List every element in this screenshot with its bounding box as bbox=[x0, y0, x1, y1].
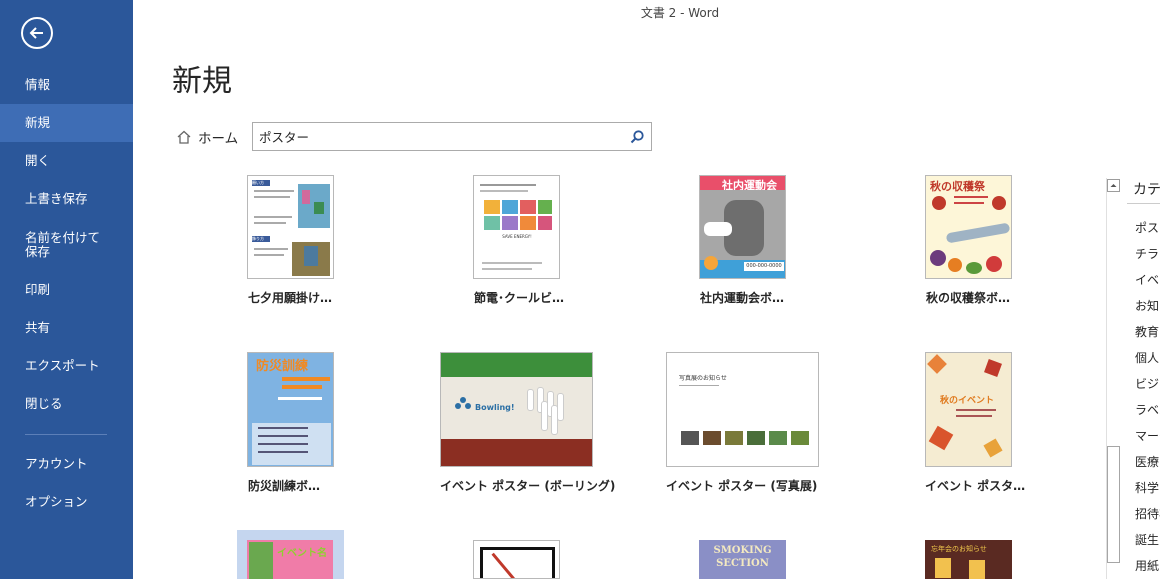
sidebar-item-info[interactable]: 情報 bbox=[0, 66, 133, 104]
sidebar-item-open[interactable]: 開く bbox=[0, 142, 133, 180]
template-thumbnail[interactable]: 写真展のお知らせ bbox=[666, 352, 819, 467]
thumb-title: SMOKING SECTION bbox=[713, 545, 772, 569]
category-item[interactable]: 招待状 bbox=[1135, 505, 1160, 522]
category-item[interactable]: ビジネス bbox=[1135, 375, 1160, 392]
category-item[interactable]: ポスター bbox=[1135, 219, 1160, 236]
scroll-thumb[interactable] bbox=[1107, 446, 1120, 563]
sidebar-item-print[interactable]: 印刷 bbox=[0, 271, 133, 309]
sidebar-item-label: 情報 bbox=[25, 77, 51, 92]
back-button[interactable] bbox=[21, 17, 53, 49]
template-label: 秋の収穫祭ボ… bbox=[926, 291, 1011, 305]
back-arrow-icon bbox=[29, 27, 43, 39]
category-header: カテゴリ bbox=[1133, 182, 1160, 198]
template-thumbnail[interactable]: 秋のイベント bbox=[925, 352, 1012, 467]
sidebar-item-label: 名前を付けて 保存 bbox=[25, 230, 101, 259]
category-item[interactable]: チラシ bbox=[1135, 245, 1160, 262]
category-item[interactable]: 用紙 bbox=[1135, 557, 1159, 574]
thumb-title: Bowling! bbox=[475, 403, 515, 412]
home-label: ホーム bbox=[198, 131, 239, 147]
sidebar-item-label: アカウント bbox=[25, 456, 88, 471]
sidebar-item-label: 上書き保存 bbox=[25, 191, 88, 206]
search-input[interactable] bbox=[259, 127, 619, 146]
category-item[interactable]: 誕生日 bbox=[1135, 531, 1160, 548]
sidebar-item-options[interactable]: オプション bbox=[0, 483, 133, 521]
category-item[interactable]: お知らせ bbox=[1135, 297, 1160, 314]
thumb-title: 忘年会のお知らせ bbox=[931, 545, 987, 553]
template-thumbnail[interactable]: 防災訓練 bbox=[247, 352, 334, 467]
window-title: 文書 2 - Word bbox=[640, 6, 720, 20]
category-item[interactable]: ラベル bbox=[1135, 401, 1160, 418]
thumb-text: 願い方 bbox=[252, 180, 270, 186]
thumb-title: イベント名 bbox=[277, 548, 327, 559]
sidebar-item-export[interactable]: エクスポート bbox=[0, 347, 133, 385]
sidebar-item-label: 新規 bbox=[25, 115, 51, 130]
category-divider bbox=[1127, 203, 1160, 204]
scroll-up-button[interactable] bbox=[1107, 179, 1120, 192]
sidebar-item-share[interactable]: 共有 bbox=[0, 309, 133, 347]
template-thumbnail[interactable]: SMOKING SECTION bbox=[699, 540, 786, 579]
category-item[interactable]: マーケティング bbox=[1135, 427, 1160, 444]
sidebar-item-label: 印刷 bbox=[25, 282, 51, 297]
thumb-text: 000-000-0000 bbox=[744, 262, 784, 271]
category-item[interactable]: イベント bbox=[1135, 271, 1160, 288]
chevron-up-icon bbox=[1110, 184, 1117, 187]
template-thumbnail[interactable]: イベント名 bbox=[237, 530, 344, 579]
thumb-title: 写真展のお知らせ bbox=[679, 375, 727, 382]
thumb-text: 飾り方 bbox=[252, 236, 270, 242]
thumb-title: 防災訓練 bbox=[256, 359, 309, 374]
search-icon[interactable] bbox=[629, 129, 645, 145]
template-label: イベント ポスター (ボーリング) bbox=[440, 479, 616, 493]
sidebar-item-save-as[interactable]: 名前を付けて 保存 bbox=[0, 225, 133, 265]
template-label: 七夕用願掛け… bbox=[248, 291, 333, 305]
home-breadcrumb[interactable]: ホーム bbox=[176, 126, 238, 148]
sidebar-item-new[interactable]: 新規 bbox=[0, 104, 133, 142]
thumb-text: SAVE ENERGY! bbox=[502, 234, 532, 239]
home-icon bbox=[177, 130, 191, 144]
template-thumbnail[interactable]: SAVE ENERGY! bbox=[473, 175, 560, 279]
category-item[interactable]: 教育 bbox=[1135, 323, 1159, 340]
sidebar-item-label: 閉じる bbox=[25, 396, 63, 411]
template-search-box[interactable] bbox=[252, 122, 652, 151]
template-label: イベント ポスタ… bbox=[925, 479, 1026, 493]
sidebar-item-label: 開く bbox=[25, 153, 51, 168]
thumb-title: 秋のイベント bbox=[940, 396, 995, 406]
template-thumbnail[interactable]: 忘年会のお知らせ bbox=[925, 540, 1012, 579]
sidebar-divider bbox=[25, 434, 107, 435]
sidebar-item-label: エクスポート bbox=[25, 358, 100, 373]
template-label: 防災訓練ボ… bbox=[248, 479, 321, 493]
sidebar-item-save[interactable]: 上書き保存 bbox=[0, 180, 133, 218]
category-item[interactable]: 科学 bbox=[1135, 479, 1159, 496]
category-item[interactable]: 医療 bbox=[1135, 453, 1159, 470]
sidebar-item-label: オプション bbox=[25, 494, 88, 509]
template-thumbnail[interactable]: 秋の収穫祭 bbox=[925, 175, 1012, 279]
template-thumbnail[interactable] bbox=[473, 540, 560, 579]
sidebar-item-close[interactable]: 閉じる bbox=[0, 385, 133, 423]
backstage-sidebar: 情報 新規 開く 上書き保存 名前を付けて 保存 印刷 共有 エクスポート 閉じ… bbox=[0, 0, 133, 579]
thumb-title: 秋の収穫祭 bbox=[930, 180, 985, 193]
sidebar-item-label: 共有 bbox=[25, 320, 51, 335]
template-thumbnail[interactable]: 願い方 飾り方 bbox=[247, 175, 334, 279]
template-thumbnail[interactable]: 社内運動会 000-000-0000 bbox=[699, 175, 786, 279]
sidebar-item-account[interactable]: アカウント bbox=[0, 445, 133, 483]
template-thumbnail[interactable]: Bowling! bbox=[440, 352, 593, 467]
page-title: 新規 bbox=[172, 64, 232, 99]
category-item[interactable]: 個人 bbox=[1135, 349, 1159, 366]
template-label: 節電･クールビ… bbox=[474, 291, 565, 305]
template-label: 社内運動会ボ… bbox=[700, 291, 785, 305]
template-label: イベント ポスター (写真展) bbox=[666, 479, 818, 493]
